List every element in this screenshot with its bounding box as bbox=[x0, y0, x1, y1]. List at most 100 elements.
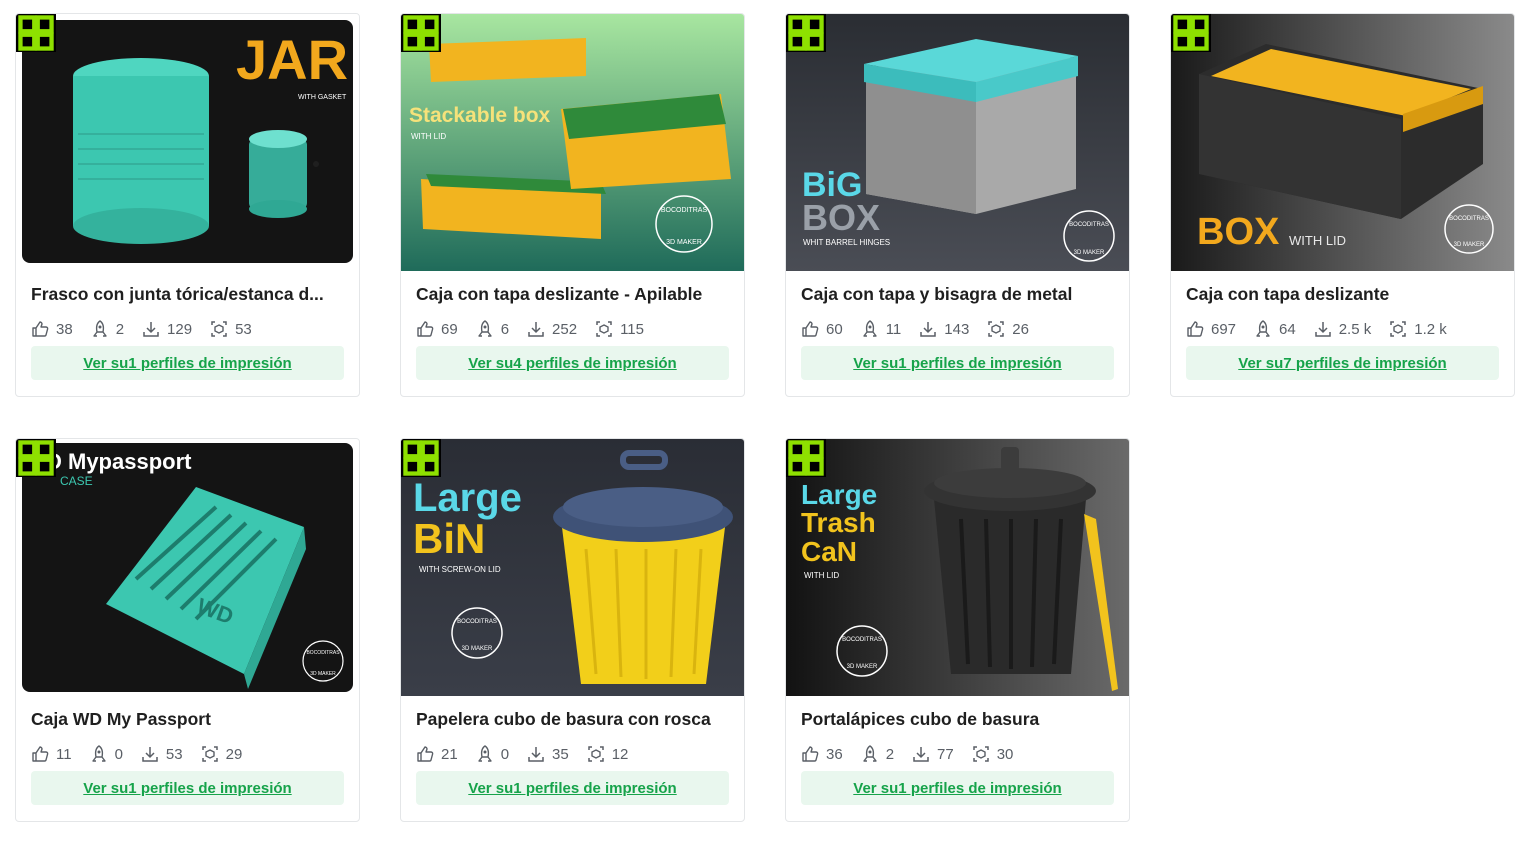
model-card[interactable]: Stackable box WITH LID BOCODITRAS 3D MAK… bbox=[400, 13, 745, 397]
rocket-icon bbox=[91, 745, 106, 762]
model-thumbnail[interactable]: D Mypassport CASE WD BOCODITRAS 3D MAKER bbox=[16, 439, 359, 696]
boosts-stat[interactable]: 0 bbox=[476, 745, 509, 763]
svg-text:CASE: CASE bbox=[60, 474, 93, 488]
model-thumbnail[interactable]: Large Trash CaN WITH LID BOCODITRAS 3D M… bbox=[786, 439, 1129, 696]
svg-text:WITH LID: WITH LID bbox=[1289, 233, 1346, 248]
svg-text:BOCODITRAS: BOCODITRAS bbox=[306, 650, 340, 656]
image-title-text: JAR bbox=[236, 28, 348, 91]
downloads-stat[interactable]: 77 bbox=[912, 745, 954, 763]
image-title-text: Stackable box bbox=[409, 104, 551, 127]
image-title-text: Large bbox=[413, 476, 522, 520]
likes-stat[interactable]: 697 bbox=[1186, 320, 1236, 338]
print-profile-icon bbox=[972, 746, 989, 762]
prints-stat[interactable]: 12 bbox=[587, 745, 628, 763]
rocket-icon bbox=[477, 745, 492, 762]
likes-stat[interactable]: 69 bbox=[416, 320, 458, 338]
print-profiles-button[interactable]: Ver su1 perfiles de impresión bbox=[31, 771, 344, 805]
boosts-stat[interactable]: 11 bbox=[861, 320, 901, 338]
prints-stat[interactable]: 26 bbox=[987, 320, 1029, 338]
likes-stat[interactable]: 21 bbox=[416, 745, 458, 763]
model-stats: 69 6 252 115 bbox=[416, 318, 662, 340]
print-profile-icon bbox=[211, 321, 227, 337]
svg-text:3D MAKER: 3D MAKER bbox=[666, 239, 702, 246]
downloads-stat[interactable]: 129 bbox=[142, 320, 192, 338]
model-card[interactable]: BiG BOX WHIT BARREL HINGES BOCODITRAS 3D… bbox=[785, 13, 1130, 397]
trash-can-render-image: Large Trash CaN WITH LID BOCODITRAS 3D M… bbox=[786, 439, 1129, 696]
wd-case-render-image: D Mypassport CASE WD BOCODITRAS 3D MAKER bbox=[16, 439, 359, 696]
thumbs-up-icon bbox=[1187, 321, 1204, 337]
download-icon bbox=[528, 747, 544, 762]
boosts-stat[interactable]: 2 bbox=[861, 745, 894, 763]
svg-text:3D MAKER: 3D MAKER bbox=[1454, 242, 1485, 248]
thumbs-up-icon bbox=[32, 321, 49, 337]
model-card[interactable]: Large Trash CaN WITH LID BOCODITRAS 3D M… bbox=[785, 438, 1130, 822]
downloads-stat[interactable]: 2.5 k bbox=[1314, 320, 1371, 338]
model-title[interactable]: Papelera cubo de basura con rosca bbox=[416, 707, 734, 731]
print-profiles-button[interactable]: Ver su4 perfiles de impresión bbox=[416, 346, 729, 380]
cube-logo-icon bbox=[786, 439, 826, 477]
model-thumbnail[interactable]: Large BiN WITH SCREW-ON LID BOCODITRAS 3… bbox=[401, 439, 744, 696]
thumbs-up-icon bbox=[802, 746, 819, 762]
model-card[interactable]: BOX WITH LID BOCODITRAS 3D MAKER Caja co… bbox=[1170, 13, 1515, 397]
model-stats: 60 11 143 26 bbox=[801, 318, 1047, 340]
print-profiles-button[interactable]: Ver su1 perfiles de impresión bbox=[801, 771, 1114, 805]
boosts-stat[interactable]: 6 bbox=[476, 320, 509, 338]
model-card[interactable]: Large BiN WITH SCREW-ON LID BOCODITRAS 3… bbox=[400, 438, 745, 822]
model-card[interactable]: D Mypassport CASE WD BOCODITRAS 3D MAKER… bbox=[15, 438, 360, 822]
stackable-box-render-image: Stackable box WITH LID BOCODITRAS 3D MAK… bbox=[401, 14, 744, 271]
likes-stat[interactable]: 36 bbox=[801, 745, 843, 763]
print-profile-icon bbox=[587, 746, 604, 762]
print-profile-icon bbox=[1390, 321, 1406, 337]
downloads-stat[interactable]: 252 bbox=[527, 320, 577, 338]
model-title[interactable]: Caja con tapa y bisagra de metal bbox=[801, 282, 1119, 306]
image-title-text: Large bbox=[801, 479, 877, 510]
model-title[interactable]: Frasco con junta tórica/estanca d... bbox=[31, 282, 349, 306]
download-icon bbox=[920, 322, 937, 337]
likes-stat[interactable]: 60 bbox=[801, 320, 843, 338]
cube-logo-icon bbox=[401, 14, 441, 52]
boosts-stat[interactable]: 64 bbox=[1254, 320, 1296, 338]
cube-logo-icon bbox=[401, 439, 441, 477]
boosts-stat[interactable]: 0 bbox=[90, 745, 123, 763]
model-thumbnail[interactable]: JAR WITH GASKET bbox=[16, 14, 359, 271]
print-profiles-button[interactable]: Ver su7 perfiles de impresión bbox=[1186, 346, 1499, 380]
model-title[interactable]: Caja WD My Passport bbox=[31, 707, 349, 731]
model-thumbnail[interactable]: BOX WITH LID BOCODITRAS 3D MAKER bbox=[1171, 14, 1514, 271]
download-icon bbox=[1314, 322, 1331, 337]
print-profiles-button[interactable]: Ver su1 perfiles de impresión bbox=[416, 771, 729, 805]
prints-stat[interactable]: 29 bbox=[201, 745, 242, 763]
downloads-stat[interactable]: 143 bbox=[919, 320, 969, 338]
cube-logo-icon bbox=[786, 14, 826, 52]
boosts-stat[interactable]: 2 bbox=[91, 320, 124, 338]
prints-stat[interactable]: 1.2 k bbox=[1389, 320, 1447, 338]
model-title[interactable]: Caja con tapa deslizante bbox=[1186, 282, 1504, 306]
svg-text:3D MAKER: 3D MAKER bbox=[1074, 250, 1105, 256]
downloads-stat[interactable]: 35 bbox=[527, 745, 569, 763]
model-thumbnail[interactable]: BiG BOX WHIT BARREL HINGES BOCODITRAS 3D… bbox=[786, 14, 1129, 271]
model-thumbnail[interactable]: Stackable box WITH LID BOCODITRAS 3D MAK… bbox=[401, 14, 744, 271]
prints-stat[interactable]: 53 bbox=[210, 320, 252, 338]
svg-text:BOCODITRAS: BOCODITRAS bbox=[661, 207, 708, 214]
print-profiles-button[interactable]: Ver su1 perfiles de impresión bbox=[31, 346, 344, 380]
prints-stat[interactable]: 30 bbox=[972, 745, 1013, 763]
svg-text:BOCODITRAS: BOCODITRAS bbox=[1449, 216, 1489, 222]
svg-text:BOCODITRAS: BOCODITRAS bbox=[842, 637, 882, 643]
svg-text:BOCODITRAS: BOCODITRAS bbox=[1069, 222, 1109, 228]
print-profiles-button[interactable]: Ver su1 perfiles de impresión bbox=[801, 346, 1114, 380]
model-title[interactable]: Caja con tapa deslizante - Apilable bbox=[416, 282, 734, 306]
model-stats: 11 0 53 29 bbox=[31, 743, 260, 765]
likes-stat[interactable]: 38 bbox=[31, 320, 73, 338]
image-title-text: BOX bbox=[1197, 211, 1280, 253]
model-title[interactable]: Portalápices cubo de basura bbox=[801, 707, 1119, 731]
downloads-stat[interactable]: 53 bbox=[141, 745, 183, 763]
svg-text:BiN: BiN bbox=[413, 515, 485, 562]
jar-render-image: JAR WITH GASKET bbox=[16, 14, 359, 271]
svg-text:BOX: BOX bbox=[802, 197, 880, 238]
rocket-icon bbox=[477, 320, 492, 337]
likes-stat[interactable]: 11 bbox=[31, 745, 72, 763]
model-card[interactable]: JAR WITH GASKET Frasco con junta tórica/… bbox=[15, 13, 360, 397]
thumbs-up-icon bbox=[417, 321, 434, 337]
download-icon bbox=[913, 747, 929, 762]
svg-text:3D MAKER: 3D MAKER bbox=[847, 664, 878, 670]
prints-stat[interactable]: 115 bbox=[595, 320, 644, 338]
